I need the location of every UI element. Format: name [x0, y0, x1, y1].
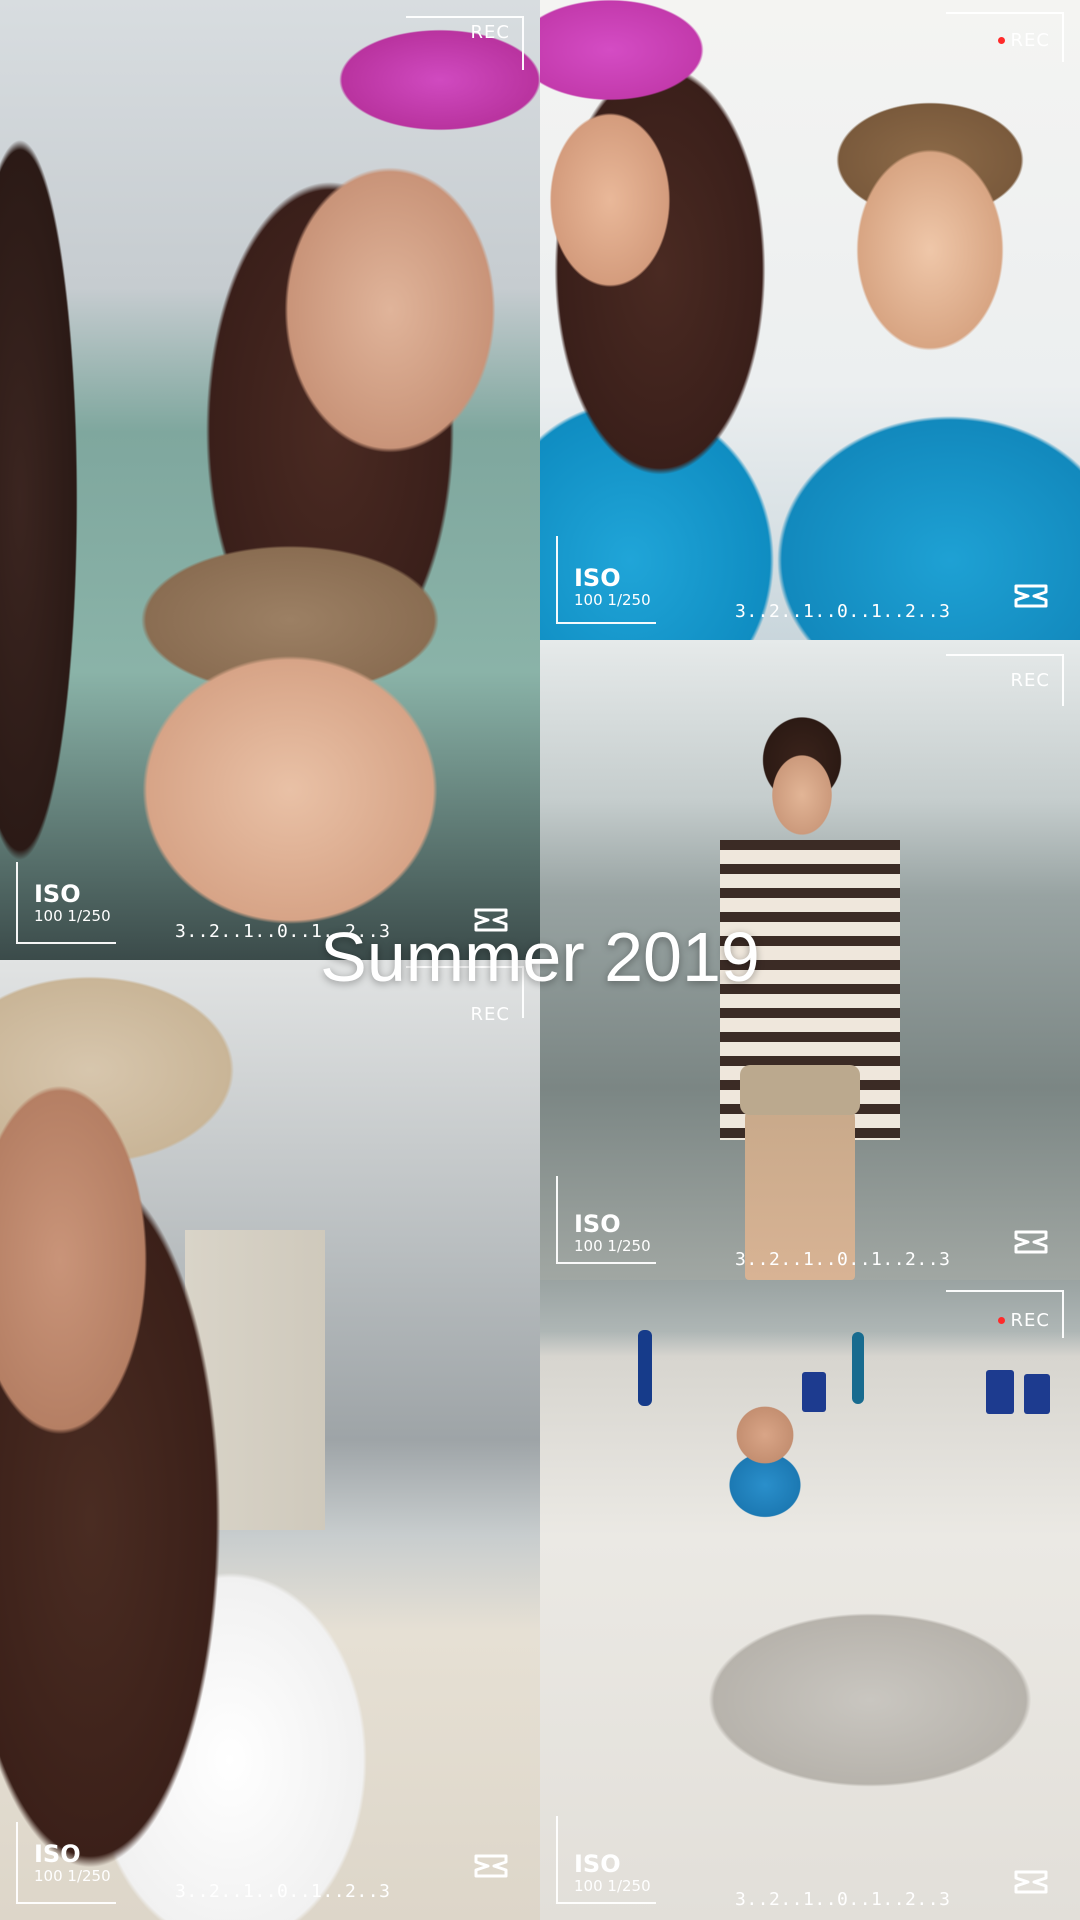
beach-chair-1 [802, 1372, 826, 1412]
video-tile-2[interactable]: REC ISO 100 1/250 3..2..1..0..1..2..3 [540, 0, 1080, 640]
umbrella-2 [852, 1332, 864, 1404]
video-tile-1[interactable]: REC ISO 100 1/250 3..2..1..0..1..2..3 [0, 0, 540, 960]
umbrella-1 [638, 1330, 652, 1406]
beach-chair-3 [1024, 1374, 1050, 1414]
collage-title: Summer 2019 [320, 918, 760, 996]
video-tile-5[interactable]: REC ISO 100 1/250 3..2..1..0..1..2..3 [540, 1280, 1080, 1920]
photo-beach-building-selfie [0, 960, 540, 1920]
photo-indoor-selfie [0, 0, 540, 960]
girl-legs [745, 1100, 855, 1280]
photo-beach-selfie [540, 0, 1080, 640]
girl-shorts [740, 1065, 860, 1115]
video-tile-4[interactable]: REC ISO 100 1/250 3..2..1..0..1..2..3 [0, 960, 540, 1920]
beach-chair-2 [986, 1370, 1014, 1414]
